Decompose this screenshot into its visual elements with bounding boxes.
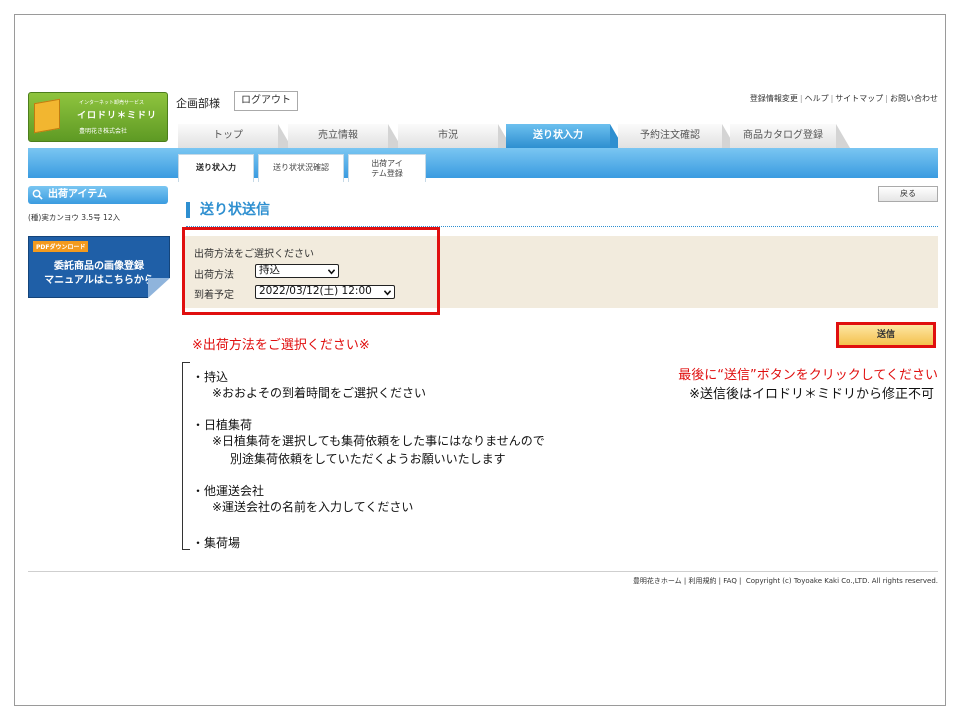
site-logo[interactable]: インターネット卸売サービス イロドリ＊ミドリ 豊明花き株式会社 <box>28 92 168 142</box>
sidebar-heading: 出荷アイテム <box>28 186 168 204</box>
separator: | <box>885 94 888 103</box>
logo-name: イロドリ＊ミドリ <box>77 111 158 121</box>
tab-invoice-input[interactable]: 送り状入力 <box>506 124 624 148</box>
util-link-profile[interactable]: 登録情報変更 <box>750 94 798 103</box>
footer-link-terms[interactable]: 利用規約 <box>688 577 716 585</box>
subtab-label: 送り状入力 <box>196 163 236 172</box>
page-title: 送り状送信 <box>186 202 270 218</box>
footer-divider <box>28 571 938 572</box>
tab-sales-info[interactable]: 売立情報 <box>288 124 402 148</box>
option-name: ・集荷場 <box>192 536 241 550</box>
subtab-label-line2: テム登録 <box>371 169 403 178</box>
subtab-label: 送り状状況確認 <box>273 163 329 172</box>
tab-catalog[interactable]: 商品カタログ登録 <box>730 124 850 148</box>
footer-link-home[interactable]: 豊明花きホーム <box>633 577 682 585</box>
copyright: Copyright (c) Toyoake Kaki Co.,LTD. All … <box>745 577 938 585</box>
option-name: ・他運送会社 <box>192 484 265 498</box>
subtab-invoice-input[interactable]: 送り状入力 <box>178 154 254 182</box>
sidebar-item[interactable]: (種)実カンヨウ 3.5号 12入 <box>28 212 120 223</box>
logout-button[interactable]: ログアウト <box>234 91 298 111</box>
footer-link-faq[interactable]: FAQ <box>723 577 737 585</box>
util-link-contact[interactable]: お問い合わせ <box>890 94 938 103</box>
page-fold-icon <box>148 278 170 298</box>
highlight-box <box>182 227 440 315</box>
option-note: ※おおよその到着時間をご選択ください <box>212 386 427 400</box>
logo-tagline: インターネット卸売サービス <box>79 100 145 106</box>
pdf-banner-line1: 委託商品の画像登録 <box>54 261 144 272</box>
tab-top[interactable]: トップ <box>178 124 292 148</box>
search-icon <box>32 189 43 200</box>
separator: | <box>799 94 803 103</box>
tab-order-check[interactable]: 予約注文確認 <box>618 124 736 148</box>
no-edit-note: ※送信後はイロドリ＊ミドリから修正不可 <box>689 387 934 402</box>
subtab-invoice-status[interactable]: 送り状状況確認 <box>258 154 344 182</box>
option-note: 別途集荷依頼をしていただくようお願いいたします <box>230 452 506 466</box>
logo-box-icon <box>34 98 60 134</box>
pdf-tag: PDFダウンロード <box>33 241 89 252</box>
util-link-sitemap[interactable]: サイトマップ <box>835 94 883 103</box>
send-instruction: 最後に“送信”ボタンをクリックしてください <box>678 368 938 383</box>
util-link-help[interactable]: ヘルプ <box>805 94 829 103</box>
pdf-manual-banner[interactable]: PDFダウンロード 委託商品の画像登録 マニュアルはこちらから <box>28 236 170 298</box>
send-button[interactable]: 送信 <box>836 322 936 348</box>
tab-market[interactable]: 市況 <box>398 124 512 148</box>
option-note: ※運送会社の名前を入力してください <box>212 500 414 514</box>
subtab-item-register[interactable]: 出荷アイ テム登録 <box>348 154 426 182</box>
select-method-note: ※出荷方法をご選択ください※ <box>192 338 370 353</box>
option-note: ※日植集荷を選択しても集荷依頼をした事にはなりませんので <box>212 434 545 448</box>
logo-company: 豊明花き株式会社 <box>79 128 128 135</box>
utility-links: 登録情報変更 | ヘルプ | サイトマップ | お問い合わせ <box>750 93 938 104</box>
nav-bar <box>28 148 938 178</box>
sidebar-heading-label: 出荷アイテム <box>48 189 107 200</box>
footer: 豊明花きホーム | 利用規約 | FAQ | Copyright (c) Toy… <box>632 577 938 585</box>
option-name: ・日植集荷 <box>192 418 253 432</box>
subtab-label-line1: 出荷アイ <box>371 159 403 168</box>
option-name: ・持込 <box>192 370 229 384</box>
user-name: 企画部様 <box>176 97 220 110</box>
options-bracket <box>182 362 190 550</box>
back-button[interactable]: 戻る <box>878 186 938 202</box>
